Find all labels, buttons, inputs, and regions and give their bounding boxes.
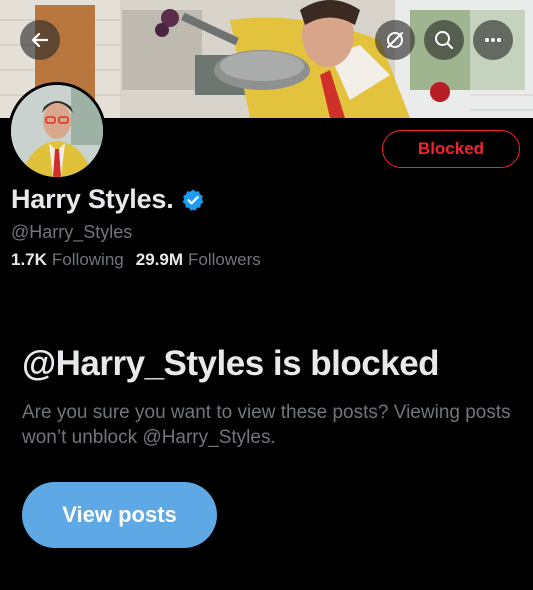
followers-label: Followers	[187, 250, 261, 269]
profile-name: Harry Styles.	[11, 184, 174, 214]
profile-avatar[interactable]	[8, 82, 106, 180]
view-posts-button[interactable]: View posts	[22, 482, 217, 548]
profile-stats: 1.7K Following 29.9M Followers	[11, 250, 273, 270]
search-icon	[435, 31, 454, 50]
search-button[interactable]	[424, 20, 464, 60]
verified-badge-icon	[182, 189, 203, 211]
profile-handle: @Harry_Styles	[11, 222, 133, 242]
following-label: Following	[51, 250, 124, 269]
followers-count: 29.9M	[135, 250, 183, 269]
more-button[interactable]	[473, 20, 513, 60]
back-arrow-icon	[31, 32, 49, 48]
profile-name-row: Harry Styles.	[11, 184, 205, 215]
followers-link[interactable]: 29.9M Followers	[136, 250, 261, 270]
blocked-button[interactable]: Blocked	[382, 130, 520, 168]
back-button[interactable]	[20, 20, 60, 60]
blocked-title: @Harry_Styles is blocked	[22, 344, 440, 383]
blocked-description: Are you sure you want to view these post…	[22, 402, 511, 448]
more-icon	[485, 38, 501, 42]
hide-reposts-button[interactable]	[375, 20, 415, 60]
hide-reposts-icon	[387, 32, 403, 48]
following-link[interactable]: 1.7K Following	[11, 250, 124, 270]
following-count: 1.7K	[11, 250, 47, 269]
